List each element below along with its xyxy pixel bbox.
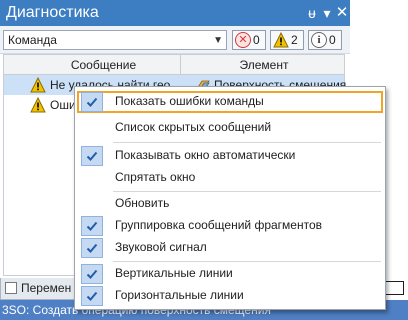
menu-item-show-window-automatically[interactable]: Показывать окно автоматически — [77, 145, 383, 167]
menu-item-hide-window[interactable]: Спрятать окно — [77, 167, 383, 189]
close-icon[interactable]: ✕ — [333, 3, 351, 23]
filter-value: Команда — [8, 33, 57, 47]
checkmark-icon — [81, 92, 103, 112]
info-icon: i — [311, 32, 327, 48]
menu-separator — [113, 142, 381, 143]
warning-filter-button[interactable]: 2 — [270, 30, 304, 50]
checkmark-icon — [81, 146, 103, 166]
warning-icon — [30, 96, 46, 116]
column-divider[interactable] — [180, 55, 181, 75]
info-count: 0 — [329, 33, 336, 47]
menu-item-sound-signal[interactable]: Звуковой сигнал — [77, 237, 383, 259]
checkmark-icon — [81, 238, 103, 258]
menu-item-label: Горизонтальные линии — [115, 288, 244, 302]
menu-item-horizontal-lines[interactable]: Горизонтальные линии — [77, 285, 383, 307]
menu-item-vertical-lines[interactable]: Вертикальные линии — [77, 263, 383, 285]
column-header-element[interactable]: Элемент — [184, 58, 344, 72]
window-title: Диагностика — [6, 4, 99, 21]
checkmark-icon — [81, 286, 103, 306]
tab-label: Перемен — [21, 281, 72, 295]
warning-icon — [273, 31, 289, 48]
menu-item-label: Группировка сообщений фрагментов — [115, 218, 322, 232]
menu-separator — [113, 261, 381, 262]
tab-variables[interactable]: Перемен — [0, 278, 78, 300]
menu-item-label: Обновить — [115, 196, 170, 210]
info-filter-button[interactable]: i 0 — [308, 30, 342, 50]
checkmark-icon — [81, 264, 103, 284]
menu-item-label: Список скрытых сообщений — [115, 120, 272, 134]
error-icon: ✕ — [235, 32, 251, 48]
error-count: 0 — [253, 33, 260, 47]
context-menu: Показать ошибки команды Список скрытых с… — [74, 86, 386, 310]
menu-item-show-command-errors[interactable]: Показать ошибки команды — [77, 91, 383, 113]
warning-icon — [30, 76, 46, 96]
checkmark-icon — [81, 216, 103, 236]
menu-item-label: Показать ошибки команды — [115, 94, 264, 108]
chevron-down-icon[interactable]: ▼ — [213, 32, 223, 49]
title-bar[interactable]: Диагностика ᵾ ▾ ✕ — [0, 0, 350, 26]
filter-combobox[interactable]: Команда ▼ — [3, 30, 227, 50]
menu-item-label: Звуковой сигнал — [115, 240, 207, 254]
warning-count: 2 — [291, 33, 298, 47]
menu-item-hidden-messages-list[interactable]: Список скрытых сообщений — [77, 117, 383, 139]
menu-item-refresh[interactable]: Обновить — [77, 193, 383, 215]
menu-item-label: Показывать окно автоматически — [115, 148, 296, 162]
column-header-message[interactable]: Сообщение — [26, 58, 181, 72]
toolbar: Команда ▼ ✕ 0 2 i 0 — [0, 26, 350, 54]
menu-item-group-fragment-messages[interactable]: Группировка сообщений фрагментов — [77, 215, 383, 237]
menu-item-label: Спрятать окно — [115, 170, 196, 184]
menu-separator — [113, 191, 381, 192]
error-filter-button[interactable]: ✕ 0 — [232, 30, 266, 50]
variables-icon — [5, 282, 17, 294]
menu-item-label: Вертикальные линии — [115, 266, 233, 280]
grid-header: Сообщение Элемент — [4, 55, 344, 75]
